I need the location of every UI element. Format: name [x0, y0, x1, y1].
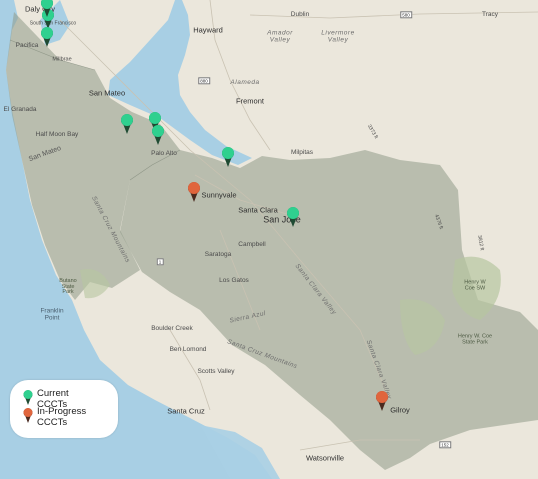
label-hayward: Hayward: [193, 25, 223, 35]
label-los-gatos: Los Gatos: [219, 276, 249, 284]
in-progress-marker[interactable]: [374, 390, 390, 412]
legend-row-in-progress: In-Progress CCCTs: [22, 406, 99, 429]
route-shield-1: 1: [156, 258, 164, 266]
current-marker-icon: [41, 0, 53, 17]
in-progress-marker-icon: [376, 391, 388, 411]
legend-label-in-progress: In-Progress CCCTs: [37, 406, 87, 428]
label-sunnyvale: Sunnyvale: [201, 190, 237, 200]
legend: Current CCCTs In-Progress CCCTs: [10, 380, 118, 438]
label-santa-clara: Santa Clara: [238, 205, 278, 215]
label-fremont: Fremont: [236, 96, 264, 106]
in-progress-marker-icon: [23, 408, 33, 423]
label-san-mateo-city: San Mateo: [88, 88, 126, 98]
label-livermore-valley: Livermore Valley: [321, 29, 355, 43]
label-ben-lomond: Ben Lomond: [169, 345, 207, 353]
label-henry-coe-park: Henry W. Coe State Park: [457, 333, 493, 345]
label-scotts-valley: Scotts Valley: [197, 367, 235, 375]
label-dublin: Dublin: [290, 10, 310, 18]
current-marker[interactable]: [220, 146, 236, 168]
label-butano-park: Butano State Park: [59, 277, 77, 295]
label-watsonville: Watsonville: [305, 453, 345, 463]
label-palo-alto: Palo Alto: [151, 149, 177, 157]
current-marker[interactable]: [39, 26, 55, 48]
in-progress-marker-icon: [188, 182, 200, 202]
route-shield-152: 152: [439, 441, 451, 449]
label-saratoga: Saratoga: [204, 250, 232, 258]
current-marker[interactable]: [119, 113, 135, 135]
label-gilroy: Gilroy: [390, 405, 410, 415]
label-tracy: Tracy: [481, 10, 499, 18]
current-marker-icon: [121, 114, 133, 134]
route-shield-880: 880: [198, 77, 210, 85]
current-marker-icon: [287, 207, 299, 227]
current-marker[interactable]: [150, 124, 166, 146]
label-half-moon-bay: Half Moon Bay: [35, 130, 79, 138]
current-marker[interactable]: [285, 206, 301, 228]
label-henry-coe-sw: Henry W Coe SW: [464, 279, 486, 291]
route-shield-580: 580: [400, 11, 412, 19]
label-boulder-creek: Boulder Creek: [151, 324, 193, 332]
current-marker-icon: [152, 125, 164, 145]
current-marker[interactable]: [39, 0, 55, 18]
current-marker-icon: [222, 147, 234, 167]
label-campbell: Campbell: [238, 240, 266, 248]
label-milpitas: Milpitas: [290, 148, 314, 156]
label-santa-cruz: Santa Cruz: [167, 406, 205, 416]
label-millbrae: Millbrae: [52, 56, 72, 63]
map[interactable]: Daly City South San Francisco Pacifica M…: [0, 0, 538, 479]
current-marker-icon: [41, 27, 53, 47]
label-franklin-point: Franklin Point: [40, 307, 64, 321]
label-amador-valley: Amador Valley: [267, 29, 293, 43]
label-alameda: Alameda: [230, 78, 260, 86]
current-marker-icon: [23, 390, 33, 405]
in-progress-marker[interactable]: [186, 181, 202, 203]
label-pacifica: Pacifica: [15, 41, 39, 49]
label-el-granada: El Granada: [3, 105, 37, 113]
